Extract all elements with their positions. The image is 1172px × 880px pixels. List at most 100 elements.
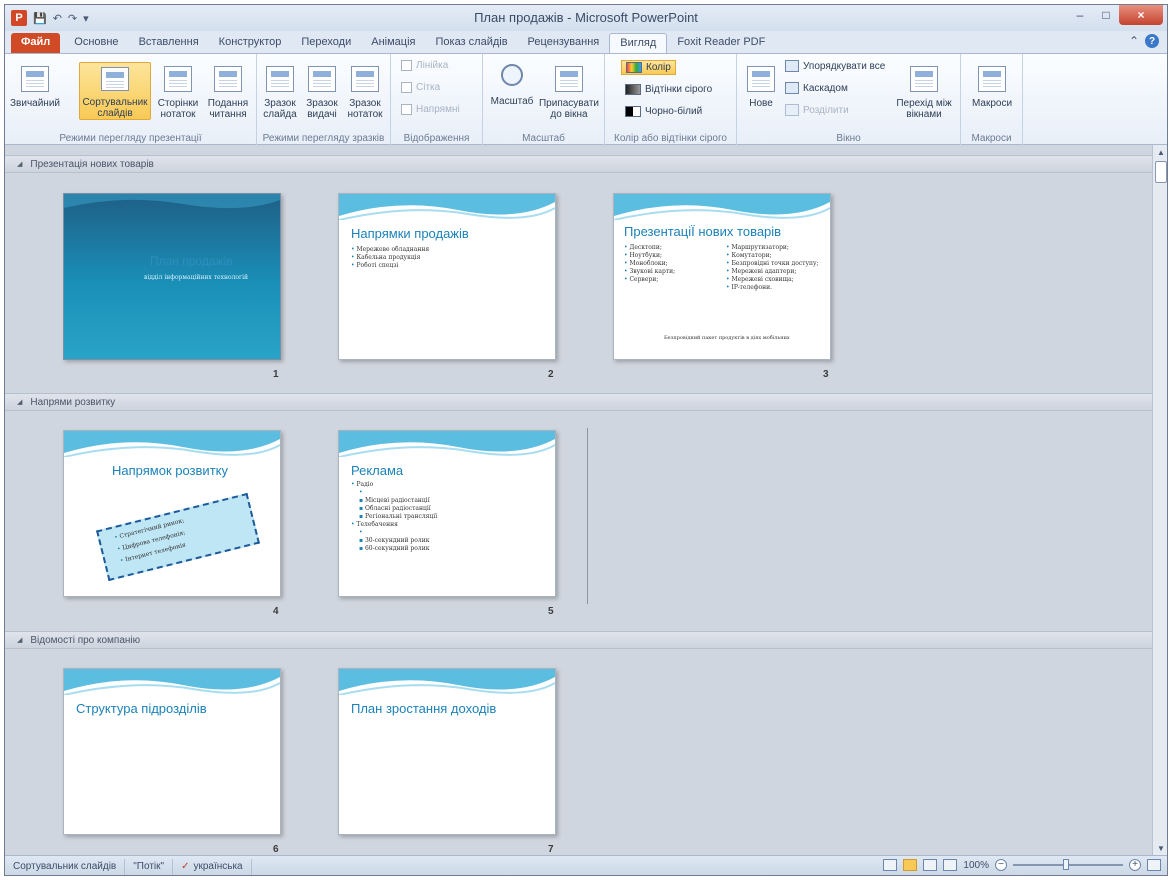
black-white-swatch-icon (625, 106, 641, 117)
section-title: Презентація нових товарів (30, 158, 154, 170)
fit-to-window-button[interactable]: Припасувати до вікна (537, 64, 601, 120)
tab-review[interactable]: Рецензування (518, 33, 610, 53)
bullet: IP-телефони. (726, 284, 826, 292)
group-label-show: Відображення (403, 133, 470, 144)
normal-view-button[interactable]: Звичайний (7, 64, 63, 109)
reading-view-icon[interactable] (923, 859, 938, 871)
group-show: Лінійка Сітка Напрямні Відображення (391, 54, 483, 146)
collapse-triangle-icon[interactable]: ◢ (17, 636, 22, 644)
slide-thumbnail-2[interactable]: Напрямки продажів Мережеве обладнання Ка… (338, 193, 556, 360)
maximize-button[interactable]: □ (1093, 5, 1119, 25)
zoom-level[interactable]: 100% (963, 860, 989, 871)
new-window-button[interactable]: Нове (743, 64, 779, 109)
group-window: Нове Упорядкувати все Каскадом Розділити… (737, 54, 961, 146)
guides-checkbox[interactable]: Напрямні (401, 104, 460, 115)
section-header-1[interactable]: ◢ Презентація нових товарів (5, 155, 1152, 173)
tab-home[interactable]: Основне (64, 33, 128, 53)
color-swatch-icon (626, 62, 642, 73)
zoom-button[interactable]: Масштаб (487, 64, 537, 107)
collapse-triangle-icon[interactable]: ◢ (17, 160, 22, 168)
group-zoom: Масштаб Припасувати до вікна Масштаб (483, 54, 605, 146)
powerpoint-app-icon[interactable]: P (11, 10, 27, 26)
tab-transitions[interactable]: Переходи (291, 33, 361, 53)
slide-thumbnail-4[interactable]: Напрямок розвитку Стратегічний ринок; Ци… (63, 430, 281, 597)
cascade-button[interactable]: Каскадом (785, 82, 848, 94)
zoom-slider[interactable] (1013, 859, 1123, 870)
slide-sorter-icon (101, 67, 129, 91)
customize-qat-icon[interactable]: ▾ (83, 12, 89, 25)
reading-view-button[interactable]: Подання читання (203, 64, 253, 120)
sub-bullet: Обласні радіостанції (359, 505, 437, 513)
tab-design[interactable]: Конструктор (209, 33, 292, 53)
close-button[interactable]: × (1119, 5, 1163, 25)
zoom-slider-knob[interactable] (1063, 859, 1069, 870)
ruler-checkbox[interactable]: Лінійка (401, 60, 448, 71)
slide-sorter-area: ◢ Презентація нових товарів План продажі… (5, 145, 1152, 855)
bullet: Мережеве обладнання (351, 246, 429, 254)
ribbon: Звичайний Сортувальник слайдів Сторінки … (5, 53, 1167, 146)
normal-view-icon (21, 66, 49, 92)
slide-thumbnail-5[interactable]: Реклама Радіо Місцеві радіостанції Облас… (338, 430, 556, 597)
section-header-2[interactable]: ◢ Напрями розвитку (5, 393, 1152, 411)
notes-master-button[interactable]: Зразок нотаток (343, 64, 387, 120)
bullet: Комутатори; (726, 252, 826, 260)
notes-page-icon (164, 66, 192, 92)
grid-checkbox-box (401, 82, 412, 93)
color-button[interactable]: Колір (621, 60, 676, 75)
minimize-ribbon-icon[interactable]: ⌃ (1129, 34, 1139, 48)
slide-show-icon[interactable] (943, 859, 958, 871)
scroll-up-arrow-icon[interactable]: ▲ (1153, 145, 1167, 159)
scrollbar-thumb[interactable] (1155, 161, 1167, 183)
normal-view-icon[interactable] (883, 859, 898, 871)
tab-foxit[interactable]: Foxit Reader PDF (667, 33, 775, 53)
redo-icon[interactable]: ↷ (68, 12, 77, 25)
slide-thumbnail-1[interactable]: План продажів відділ інформаційних техно… (63, 193, 281, 360)
slide-sorter-button[interactable]: Сортувальник слайдів (79, 62, 151, 120)
switch-windows-button[interactable]: Перехід між вікнами (891, 64, 957, 120)
slide-thumbnail-3[interactable]: ПрезентаціЇ нових товарів Десктопи; Ноут… (613, 193, 831, 360)
slide-footer: Безпровідний пакет продуктів в діях мобі… (664, 335, 790, 341)
slide-sorter-view-icon[interactable] (903, 859, 918, 871)
group-label-zoom: Масштаб (522, 133, 565, 144)
undo-icon[interactable]: ↶ (53, 12, 62, 25)
cascade-icon (785, 82, 799, 94)
wave-decoration (64, 194, 280, 209)
fit-slide-to-window-icon[interactable] (1147, 859, 1161, 871)
tab-slide-show[interactable]: Показ слайдів (425, 33, 517, 53)
slide-bullets: Стратегічний ринок; Цифрова телефонія; І… (113, 517, 190, 565)
grayscale-button[interactable]: Відтінки сірого (625, 84, 712, 95)
black-white-button[interactable]: Чорно-білий (625, 106, 702, 117)
slide-subtitle: відділ інформаційних технологій (144, 274, 249, 281)
collapse-triangle-icon[interactable]: ◢ (17, 398, 22, 406)
slide-thumbnail-7[interactable]: План зростання доходів (338, 668, 556, 835)
vertical-scrollbar[interactable]: ▲ ▼ (1152, 145, 1167, 855)
minimize-button[interactable]: – (1067, 5, 1093, 25)
insertion-cursor (587, 428, 588, 604)
arrange-all-button[interactable]: Упорядкувати все (785, 60, 885, 72)
bullet: Кабельна продукція (351, 254, 429, 262)
zoom-in-icon[interactable]: + (1129, 859, 1141, 871)
section-header-3[interactable]: ◢ Відомості про компанію (5, 631, 1152, 649)
tab-file[interactable]: Файл (11, 33, 61, 53)
tab-animations[interactable]: Анімація (361, 33, 425, 53)
status-language[interactable]: ✓ українська (173, 858, 252, 875)
tab-insert[interactable]: Вставлення (129, 33, 209, 53)
tab-view[interactable]: Вигляд (609, 33, 668, 53)
split-button[interactable]: Розділити (785, 104, 849, 116)
fit-to-window-icon (555, 66, 583, 92)
slide-thumbnail-6[interactable]: Структура підрозділів (63, 668, 281, 835)
guides-checkbox-box (401, 104, 412, 115)
slide-number: 7 (548, 844, 554, 855)
window-title: План продажів - Microsoft PowerPoint (474, 10, 698, 25)
handout-master-button[interactable]: Зразок видачі (301, 64, 343, 120)
bullet: Моноблоки; (624, 260, 675, 268)
save-icon[interactable]: 💾 (33, 12, 47, 25)
scroll-down-arrow-icon[interactable]: ▼ (1153, 841, 1167, 855)
macros-button[interactable]: Макроси (967, 64, 1017, 109)
zoom-out-icon[interactable]: − (995, 859, 1007, 871)
help-icon[interactable]: ? (1145, 34, 1159, 48)
grid-checkbox[interactable]: Сітка (401, 82, 440, 93)
slide-title: Структура підрозділів (76, 701, 207, 716)
slide-master-button[interactable]: Зразок слайда (259, 64, 301, 120)
notes-page-button[interactable]: Сторінки нотаток (153, 64, 203, 120)
